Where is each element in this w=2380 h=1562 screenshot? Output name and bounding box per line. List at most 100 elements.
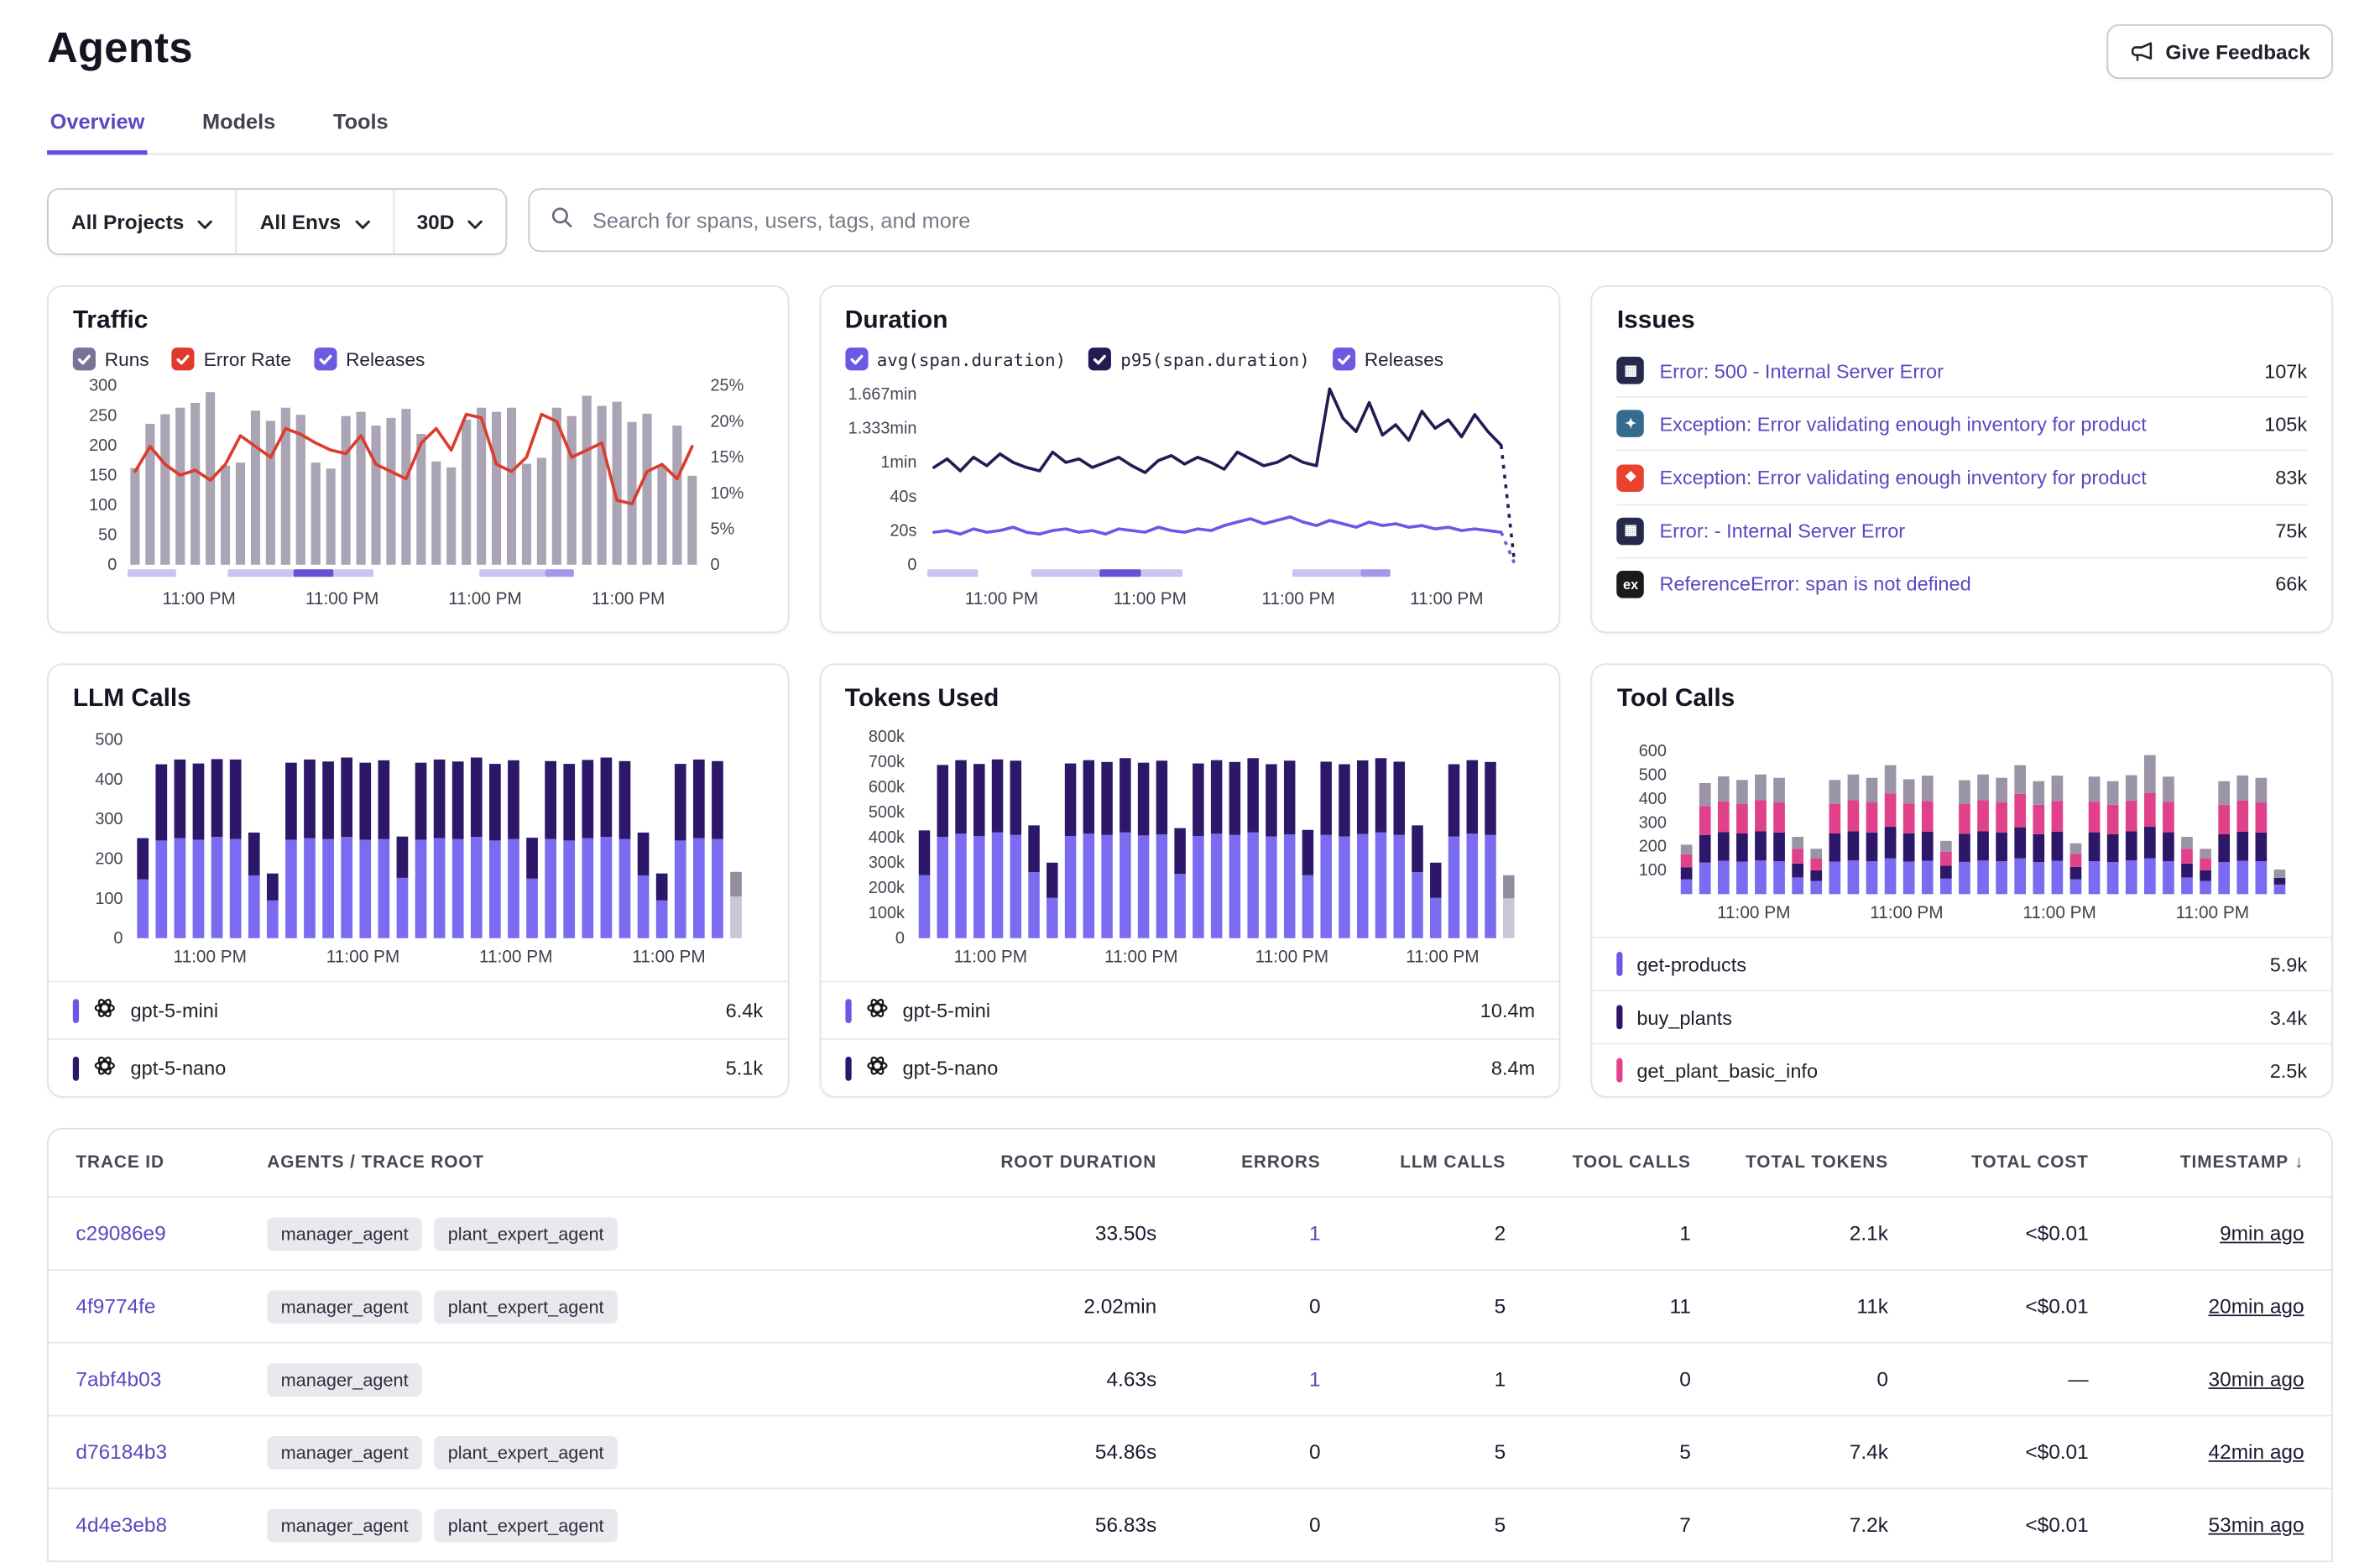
checkbox-check-icon xyxy=(845,347,868,370)
avg-duration-checkbox[interactable]: avg(span.duration) xyxy=(845,347,1066,370)
column-header-errors[interactable]: ERRORS xyxy=(1156,1154,1320,1173)
issue-platform-icon: ✦ xyxy=(1617,410,1645,438)
tool-calls-cell: 11 xyxy=(1506,1295,1691,1318)
series-color-chip xyxy=(1617,1005,1623,1029)
tab-tools[interactable]: Tools xyxy=(330,94,391,154)
series-label: gpt-5-mini xyxy=(903,999,991,1021)
trace-id-cell: c29086e9 xyxy=(76,1222,267,1245)
timestamp-link[interactable]: 20min ago xyxy=(2209,1295,2304,1318)
legend-row[interactable]: gpt-5-mini6.4k xyxy=(49,980,787,1038)
table-row[interactable]: c29086e9manager_agentplant_expert_agent3… xyxy=(49,1196,2331,1269)
charts-row-1: Traffic Runs Error Rate Releases 0501001… xyxy=(47,285,2333,633)
issue-row[interactable]: exReferenceError: span is not defined66k xyxy=(1617,556,2307,610)
releases-checkbox[interactable]: Releases xyxy=(1333,347,1443,370)
checkbox-check-icon xyxy=(172,347,195,370)
errors-value[interactable]: 1 xyxy=(1309,1222,1321,1245)
tab-overview[interactable]: Overview xyxy=(47,94,148,154)
tool-calls-cell: 7 xyxy=(1506,1513,1691,1536)
legend-row[interactable]: gpt-5-mini10.4m xyxy=(821,980,1559,1038)
agent-chip: plant_expert_agent xyxy=(434,1435,617,1469)
column-header-total-tokens[interactable]: TOTAL TOKENS xyxy=(1691,1154,1888,1173)
trace-id-link[interactable]: d76184b3 xyxy=(76,1440,167,1463)
legend-row[interactable]: gpt-5-nano 5.1k xyxy=(49,1038,787,1096)
series-value: 8.4m xyxy=(1491,1057,1535,1079)
issue-link[interactable]: Exception: Error validating enough inven… xyxy=(1659,413,2249,436)
timestamp-link[interactable]: 42min ago xyxy=(2209,1440,2304,1463)
issue-row[interactable]: ❖Exception: Error validating enough inve… xyxy=(1617,450,2307,504)
total-tokens-cell: 2.1k xyxy=(1691,1222,1888,1245)
svg-text:200: 200 xyxy=(1639,838,1667,856)
series-color-chip xyxy=(845,1056,851,1080)
errors-cell: 0 xyxy=(1156,1513,1320,1536)
p95-duration-checkbox[interactable]: p95(span.duration) xyxy=(1088,347,1309,370)
svg-text:0: 0 xyxy=(113,929,123,948)
llm-calls-cell: 5 xyxy=(1321,1295,1506,1318)
column-header-tool-calls[interactable]: TOOL CALLS xyxy=(1506,1154,1691,1173)
svg-text:11:00 PM: 11:00 PM xyxy=(953,948,1026,967)
svg-text:20s: 20s xyxy=(890,522,916,541)
issue-row[interactable]: ▦Error: - Internal Server Error75k xyxy=(1617,504,2307,557)
svg-text:300k: 300k xyxy=(868,854,904,872)
errors-value: 0 xyxy=(1309,1440,1321,1463)
trace-id-link[interactable]: c29086e9 xyxy=(76,1222,165,1245)
series-label: get_plant_basic_info xyxy=(1636,1059,1818,1082)
svg-text:600: 600 xyxy=(1639,742,1667,760)
trace-id-link[interactable]: 7abf4b03 xyxy=(76,1368,161,1391)
legend-row[interactable]: get-products5.9k xyxy=(1593,937,2331,990)
issue-link[interactable]: ReferenceError: span is not defined xyxy=(1659,573,2260,596)
give-feedback-button[interactable]: Give Feedback xyxy=(2106,24,2333,79)
table-row[interactable]: d76184b3manager_agentplant_expert_agent5… xyxy=(49,1415,2331,1488)
svg-text:400k: 400k xyxy=(868,828,904,847)
series-value: 5.1k xyxy=(726,1057,763,1079)
svg-text:11:00 PM: 11:00 PM xyxy=(1261,589,1334,609)
releases-checkbox[interactable]: Releases xyxy=(314,347,425,370)
openai-logo-icon xyxy=(92,1053,117,1082)
column-header-llm-calls[interactable]: LLM CALLS xyxy=(1321,1154,1506,1173)
timestamp-link[interactable]: 30min ago xyxy=(2209,1368,2304,1391)
issue-link[interactable]: Exception: Error validating enough inven… xyxy=(1659,466,2260,488)
table-row[interactable]: 4d4e3eb8manager_agentplant_expert_agent5… xyxy=(49,1487,2331,1560)
date-range-dropdown[interactable]: 30D xyxy=(393,190,506,253)
errors-value[interactable]: 1 xyxy=(1309,1368,1321,1391)
tool-calls-cell: 0 xyxy=(1506,1368,1691,1391)
column-header-agents[interactable]: AGENTS / TRACE ROOT xyxy=(267,1154,929,1173)
issue-row[interactable]: ✦ Exception: Error validating enough inve… xyxy=(1617,396,2307,450)
issue-link[interactable]: Error: - Internal Server Error xyxy=(1659,520,2260,542)
duration-legend: avg(span.duration) p95(span.duration) Re… xyxy=(845,347,1535,370)
duration-card-title: Duration xyxy=(845,306,1535,335)
svg-text:50: 50 xyxy=(98,526,117,545)
trace-id-cell: 4f9774fe xyxy=(76,1295,267,1318)
column-header-root-duration[interactable]: ROOT DURATION xyxy=(929,1154,1156,1173)
filter-dropdown-group: All Projects All Envs 30D xyxy=(47,188,508,255)
error-rate-checkbox[interactable]: Error Rate xyxy=(172,347,291,370)
column-header-total-cost[interactable]: TOTAL COST xyxy=(1888,1154,2089,1173)
svg-text:11:00 PM: 11:00 PM xyxy=(326,948,399,967)
tool-calls-legend: get-products5.9kbuy_plants3.4kget_plant_… xyxy=(1593,937,2331,1096)
trace-id-link[interactable]: 4f9774fe xyxy=(76,1295,155,1318)
duration-chart: 020s40s1min1.333min1.667min11:00 PM11:00… xyxy=(845,377,1535,611)
issue-link[interactable]: Error: 500 - Internal Server Error xyxy=(1659,359,2249,382)
issue-row[interactable]: ▦Error: 500 - Internal Server Error107k xyxy=(1617,345,2307,397)
legend-row[interactable]: buy_plants3.4k xyxy=(1593,990,2331,1042)
svg-text:800k: 800k xyxy=(868,728,904,746)
column-header-timestamp[interactable]: TIMESTAMP↓ xyxy=(2089,1154,2304,1173)
trace-id-link[interactable]: 4d4e3eb8 xyxy=(76,1513,167,1536)
series-label: gpt-5-nano xyxy=(131,1057,227,1079)
errors-value: 0 xyxy=(1309,1513,1321,1536)
project-filter-dropdown[interactable]: All Projects xyxy=(49,190,236,253)
env-filter-dropdown[interactable]: All Envs xyxy=(236,190,393,253)
legend-row[interactable]: gpt-5-nano8.4m xyxy=(821,1038,1559,1096)
search-input[interactable] xyxy=(589,206,2311,234)
timestamp-link[interactable]: 53min ago xyxy=(2209,1513,2304,1536)
agents-cell: manager_agentplant_expert_agent xyxy=(267,1289,929,1323)
openai-logo-icon xyxy=(92,995,117,1024)
svg-text:11:00 PM: 11:00 PM xyxy=(2176,903,2249,922)
legend-row[interactable]: get_plant_basic_info2.5k xyxy=(1593,1043,2331,1096)
table-row[interactable]: 7abf4b03manager_agent4.63s1100—30min ago xyxy=(49,1342,2331,1415)
column-header-trace-id[interactable]: TRACE ID xyxy=(76,1154,267,1173)
timestamp-link[interactable]: 9min ago xyxy=(2220,1222,2304,1245)
tab-models[interactable]: Models xyxy=(199,94,278,154)
issue-platform-icon: ▦ xyxy=(1617,357,1645,384)
table-row[interactable]: 4f9774fe manager_agentplant_expert_agent 2… xyxy=(49,1269,2331,1342)
runs-checkbox[interactable]: Runs xyxy=(73,347,149,370)
